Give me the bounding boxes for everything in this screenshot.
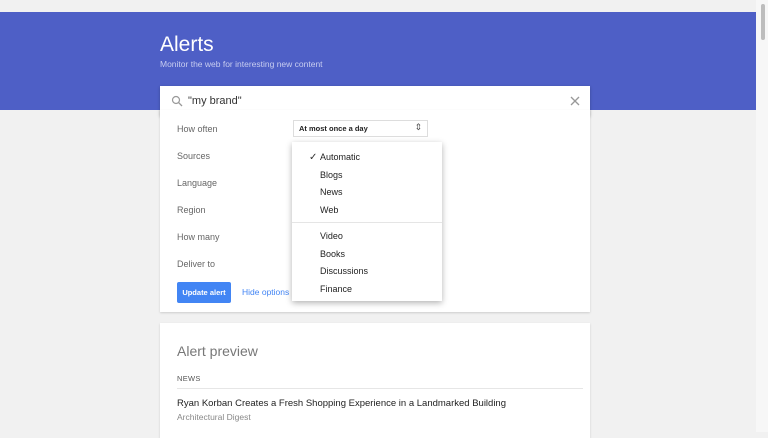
select-arrows-icon: ⇕ [414, 122, 422, 132]
how-many-label: How many [177, 232, 220, 242]
page-scrollbar[interactable] [756, 0, 768, 432]
search-query-text[interactable]: "my brand" [188, 95, 242, 107]
language-label: Language [177, 178, 218, 188]
alert-preview-card: Alert preview NEWS Ryan Korban Creates a… [160, 323, 590, 438]
dropdown-item-finance[interactable]: Finance [320, 284, 352, 294]
alert-preview-title: Alert preview [177, 343, 258, 359]
dropdown-item-video[interactable]: Video [320, 231, 343, 241]
dropdown-item-books[interactable]: Books [320, 249, 345, 259]
dropdown-divider [292, 222, 442, 223]
dropdown-item-blogs[interactable]: Blogs [320, 170, 343, 180]
article-source: Architectural Digest [177, 412, 251, 422]
header-banner: Alerts Monitor the web for interesting n… [0, 12, 756, 116]
sources-dropdown-menu: ✓ Automatic Blogs News Web Video Books D… [292, 142, 442, 301]
checkmark-icon: ✓ [309, 152, 318, 163]
scrollbar-thumb[interactable] [761, 4, 765, 40]
dropdown-item-discussions[interactable]: Discussions [320, 266, 368, 276]
hide-options-link[interactable]: Hide options [242, 287, 289, 297]
section-divider [177, 388, 583, 389]
region-label: Region [177, 205, 206, 215]
dropdown-item-automatic[interactable]: Automatic [320, 152, 360, 162]
deliver-to-label: Deliver to [177, 259, 216, 269]
search-icon [171, 95, 183, 107]
dropdown-item-web[interactable]: Web [320, 205, 338, 215]
close-icon[interactable] [566, 92, 584, 110]
how-often-select[interactable]: At most once a day ⇕ [293, 120, 428, 137]
news-section-label: NEWS [177, 374, 201, 383]
update-alert-button[interactable]: Update alert [177, 282, 231, 303]
sources-label: Sources [177, 151, 211, 161]
article-title-link[interactable]: Ryan Korban Creates a Fresh Shopping Exp… [177, 398, 506, 409]
page-subtitle: Monitor the web for interesting new cont… [160, 59, 323, 69]
how-often-value: At most once a day [299, 124, 368, 133]
page-title: Alerts [160, 33, 214, 56]
dropdown-item-news[interactable]: News [320, 187, 343, 197]
how-often-label: How often [177, 124, 218, 134]
